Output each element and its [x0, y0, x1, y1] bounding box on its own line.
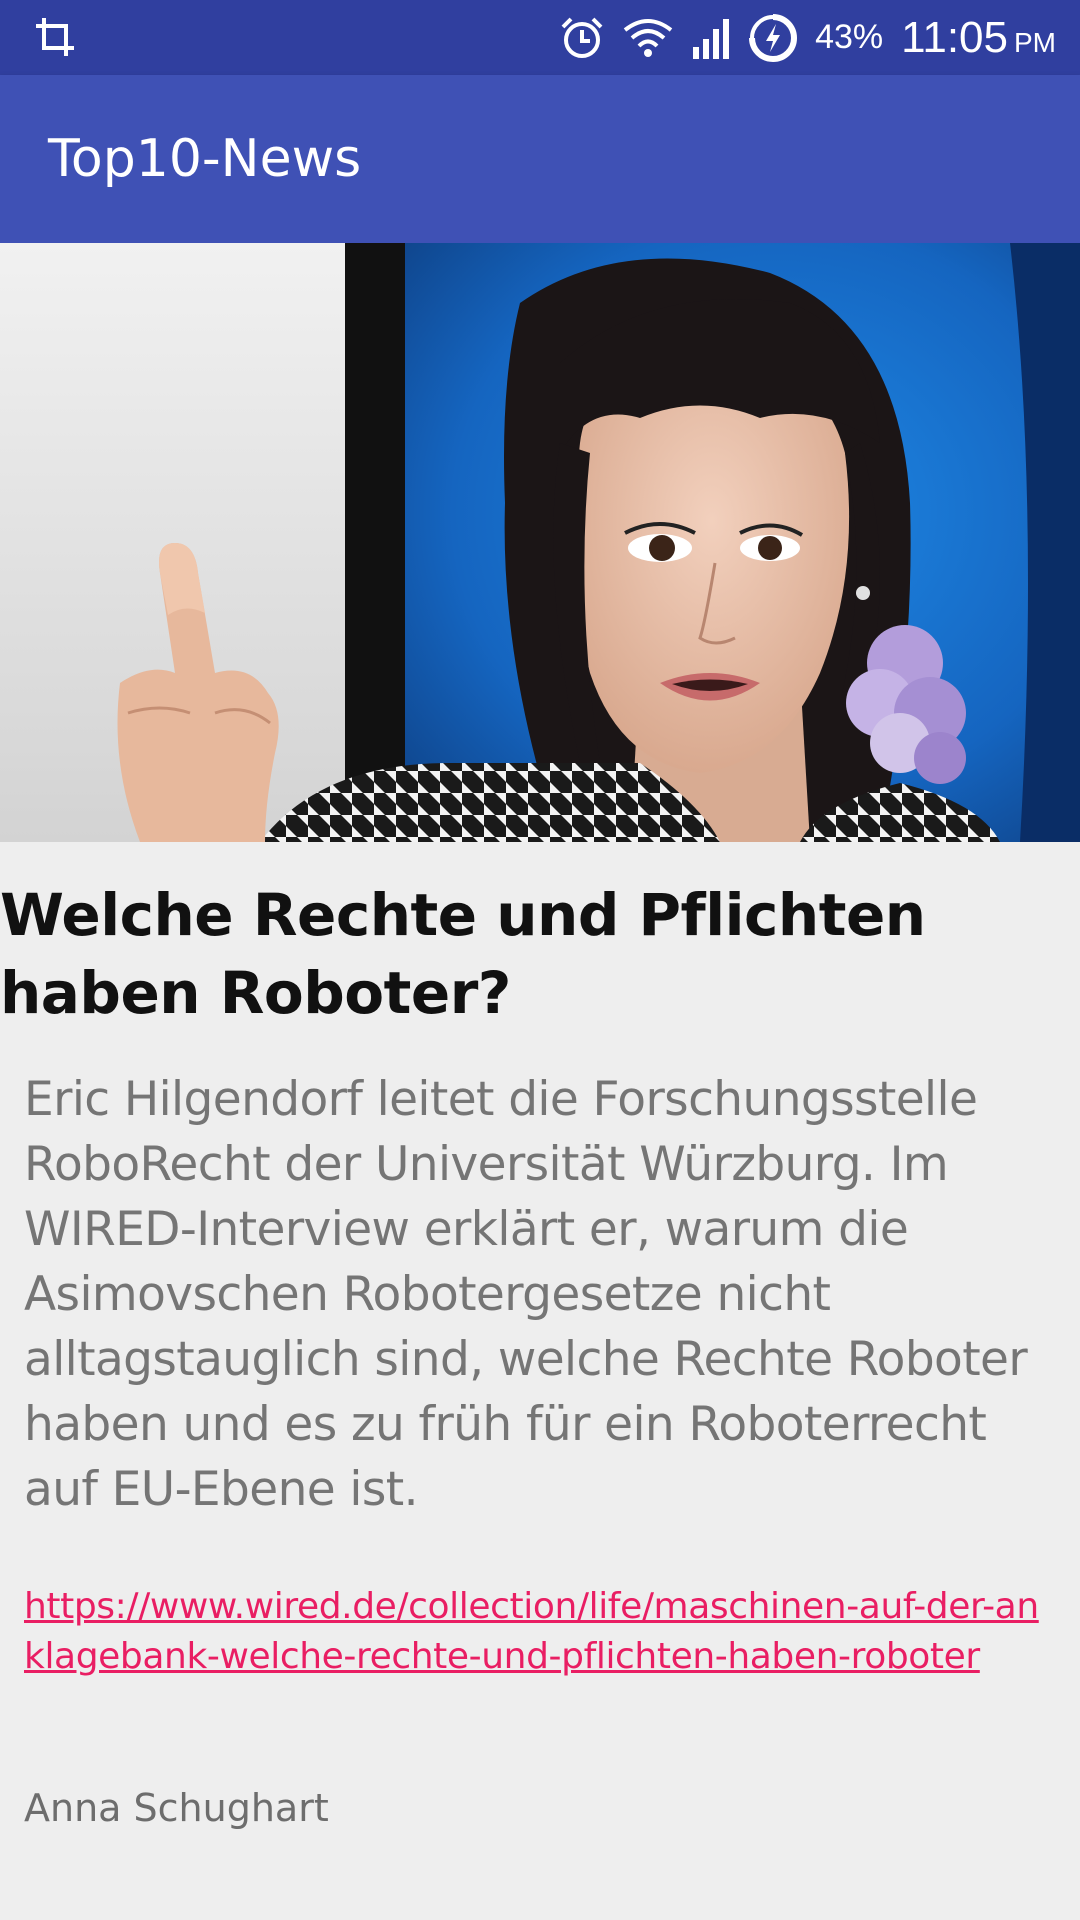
app-bar: Top10-News	[0, 75, 1080, 243]
status-bar: 43% 11:05 PM	[0, 0, 1080, 75]
article-author: Anna Schughart	[24, 1786, 329, 1830]
app-title: Top10-News	[48, 129, 362, 189]
clock: 11:05 PM	[901, 13, 1056, 63]
article-image	[0, 243, 1080, 842]
battery-percent: 43%	[815, 18, 884, 56]
article-link[interactable]: https://www.wired.de/collection/life/mas…	[24, 1582, 1054, 1682]
wifi-icon	[623, 18, 673, 58]
signal-icon	[691, 17, 731, 59]
clock-time: 11:05	[901, 12, 1008, 62]
article-summary: Eric Hilgendorf leitet die Forschungsste…	[24, 1072, 1028, 1517]
crop-icon	[34, 16, 76, 58]
status-icons: 43% 11:05 PM	[559, 0, 1056, 75]
article-headline: Welche Rechte und Pflichten haben Robote…	[0, 881, 926, 1027]
clock-ampm: PM	[1014, 26, 1056, 58]
alarm-icon	[559, 15, 605, 61]
battery-charging-icon	[749, 13, 798, 62]
